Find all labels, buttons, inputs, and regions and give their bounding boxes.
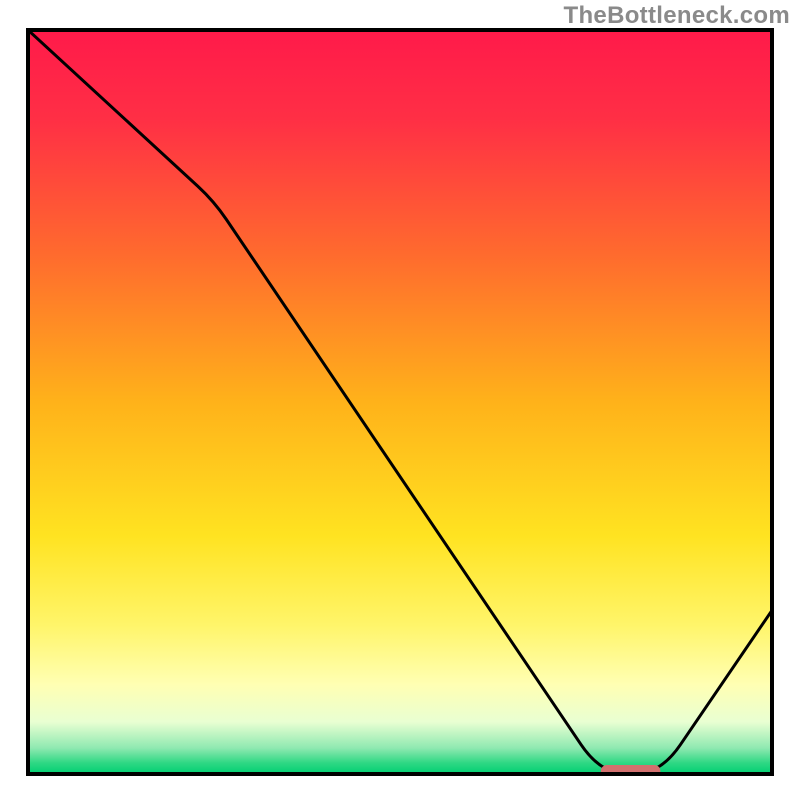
watermark-text: TheBottleneck.com [564,2,790,30]
gradient-background [28,30,772,774]
bottleneck-chart [0,0,800,800]
chart-container: TheBottleneck.com [0,0,800,800]
